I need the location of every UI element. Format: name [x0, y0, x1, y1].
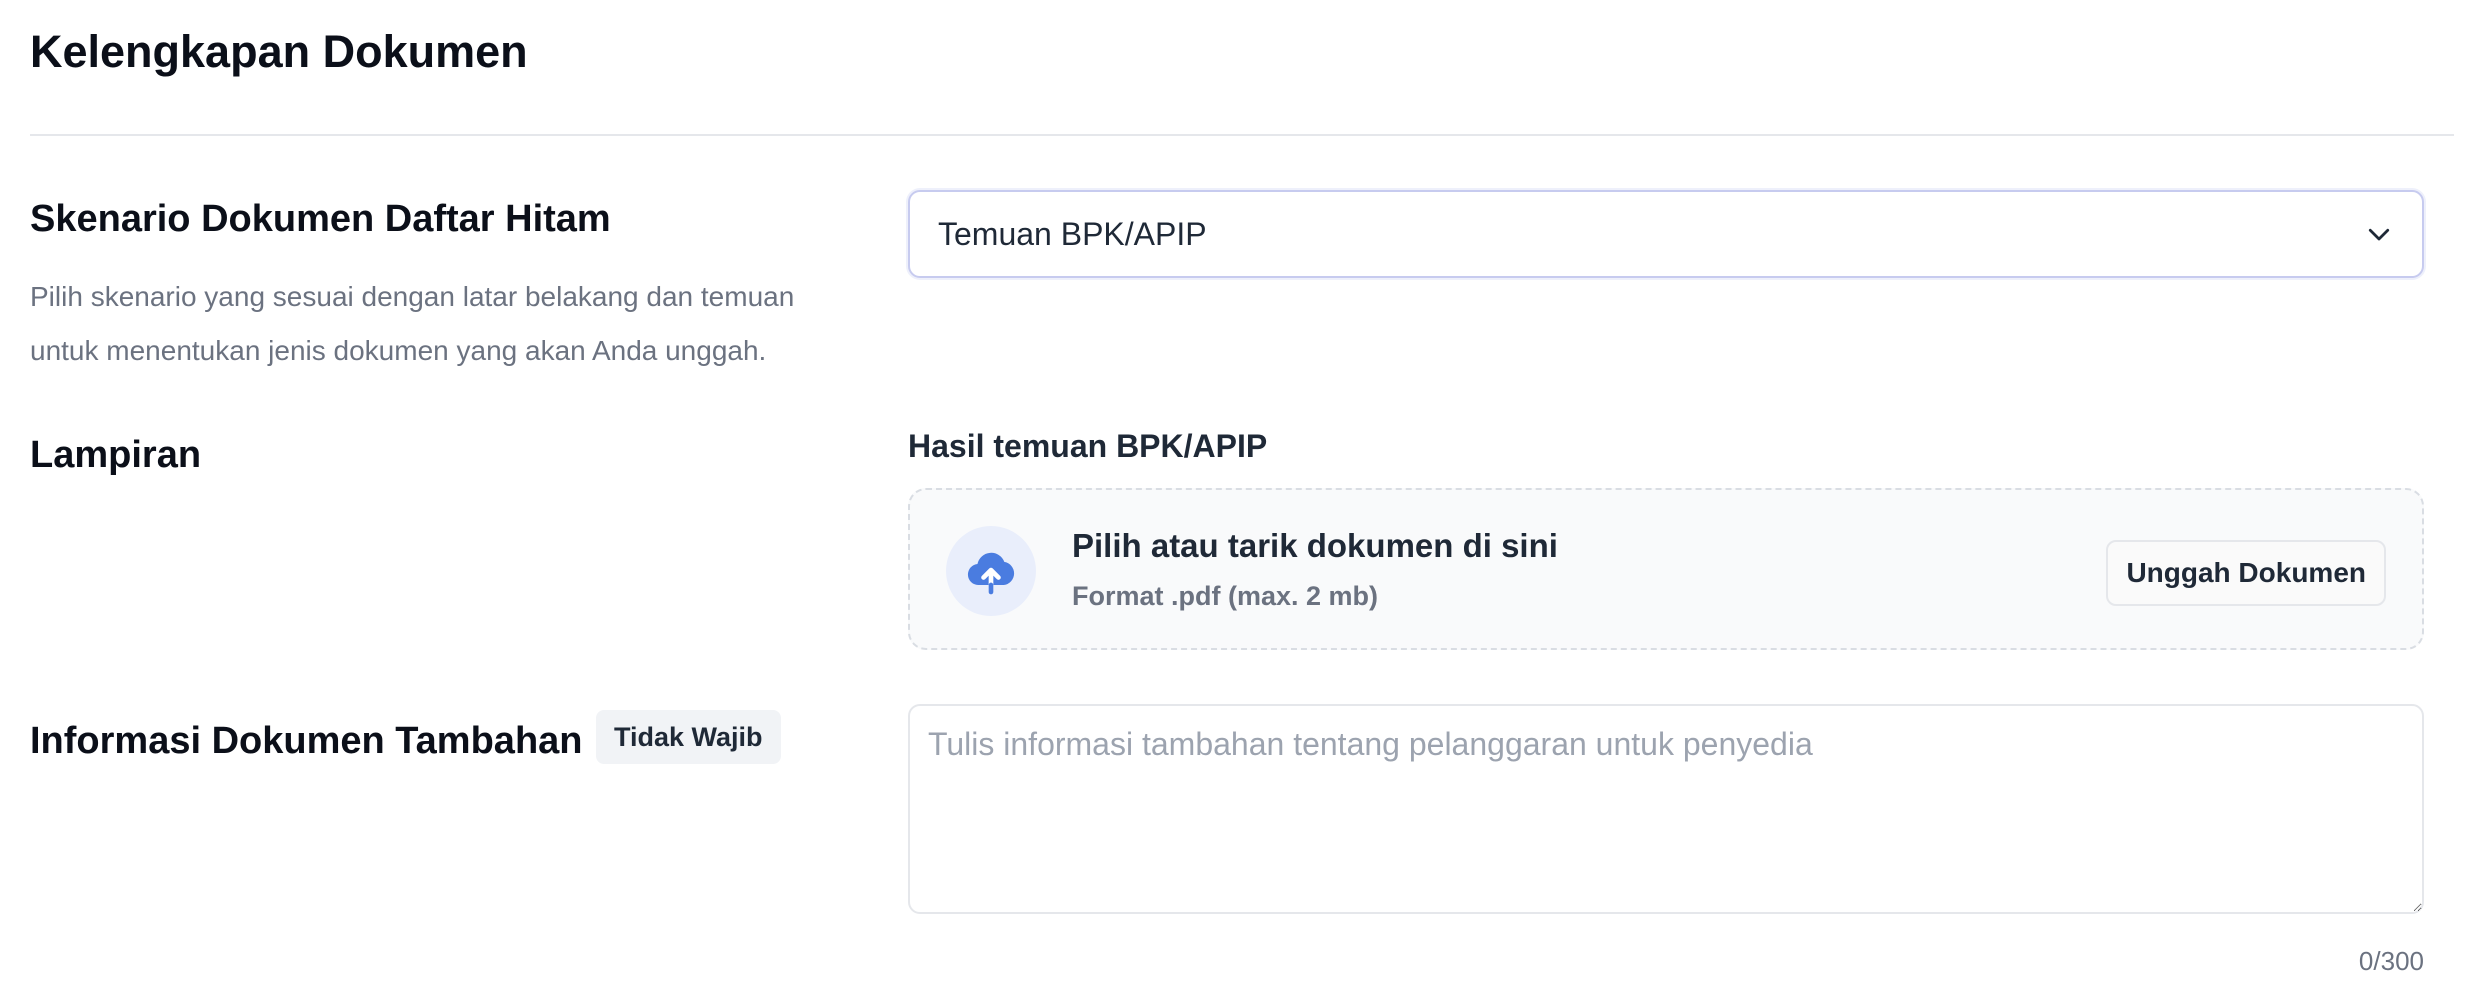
page-title: Kelengkapan Dokumen — [30, 26, 528, 77]
cloud-upload-icon — [967, 552, 1015, 595]
optional-badge: Tidak Wajib — [596, 710, 781, 764]
dropzone-hint: Format .pdf (max. 2 mb) — [1072, 581, 1379, 611]
scenario-description: Pilih skenario yang sesuai dengan latar … — [30, 281, 795, 366]
attachment-field-label: Hasil temuan BPK/APIP — [908, 428, 1268, 464]
scenario-select-value: Temuan BPK/APIP — [938, 215, 1207, 252]
chevron-down-icon — [2368, 228, 2390, 241]
scenario-section-title: Skenario Dokumen Daftar Hitam — [30, 198, 611, 240]
attachment-section-title: Lampiran — [30, 434, 202, 476]
additional-info-textarea[interactable] — [908, 704, 2424, 914]
upload-document-button[interactable]: Unggah Dokumen — [2106, 540, 2386, 606]
header-divider — [30, 134, 2454, 136]
upload-dropzone[interactable]: Pilih atau tarik dokumen di sini Format … — [908, 488, 2424, 650]
dropzone-title: Pilih atau tarik dokumen di sini — [1072, 527, 1558, 564]
character-counter: 0/300 — [2358, 946, 2424, 976]
additional-info-section-title: Informasi Dokumen Tambahan — [30, 720, 583, 762]
upload-icon-circle — [946, 526, 1036, 616]
scenario-select[interactable]: Temuan BPK/APIP — [908, 190, 2424, 278]
